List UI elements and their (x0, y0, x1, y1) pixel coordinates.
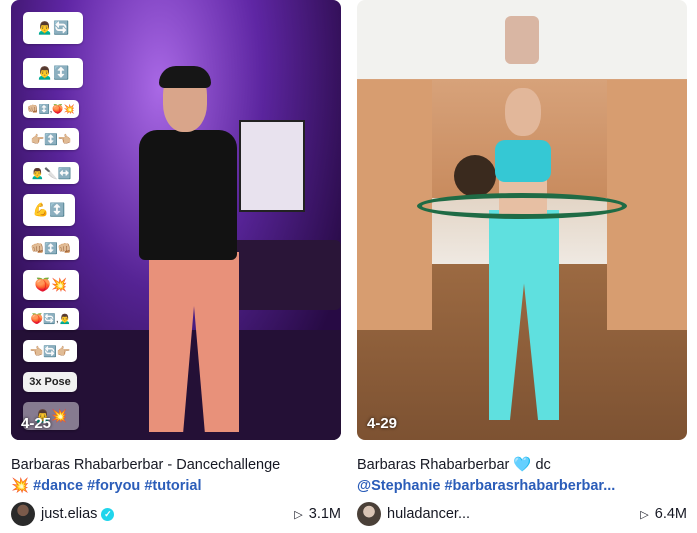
date-badge: 4-25 (21, 415, 52, 432)
step-sticker: 👈🏼🔄👉🏼 (23, 340, 77, 362)
hashtag-link[interactable]: #foryou (87, 478, 140, 494)
ceiling-lamp (505, 16, 539, 64)
mention-link[interactable]: @Stephanie (357, 478, 440, 494)
verified-badge-icon: ✓ (101, 507, 115, 521)
video-meta: just.elias ✓ ▷ 3.1M (11, 501, 341, 527)
step-sticker: 🙍‍♂️↕️ (23, 58, 83, 88)
video-title[interactable]: Barbaras Rhabarberbar 🩵 dc @Stephanie #b… (357, 455, 687, 497)
author-name[interactable]: huladancer... (387, 506, 470, 522)
avatar[interactable] (11, 502, 35, 526)
hula-hoop (417, 193, 627, 219)
dancer-top (495, 140, 551, 182)
view-count: ▷ 3.1M (294, 506, 341, 522)
view-count-value: 3.1M (308, 506, 341, 522)
step-sticker: 🍑🔄,🙍‍♂️ (23, 308, 79, 330)
video-title[interactable]: Barbaras Rhabarberbar - Dancechallenge 💥… (11, 455, 341, 497)
title-text: Barbaras Rhabarberbar - Dancechallenge (11, 457, 281, 473)
play-icon: ▷ (294, 508, 303, 521)
step-sticker: 🍑💥 (23, 270, 79, 300)
video-card-2[interactable]: 4-29 Barbaras Rhabarberbar 🩵 dc @Stephan… (357, 0, 687, 527)
title-suffix: dc (535, 457, 551, 473)
date-badge: 4-29 (367, 415, 398, 432)
step-sticker: 🙍‍♂️🔪↔️ (23, 162, 79, 184)
play-icon: ▷ (640, 508, 649, 521)
hashtag-link[interactable]: #tutorial (144, 478, 201, 494)
step-sticker: 👊🏼↕️,🍑💥 (23, 100, 79, 118)
video-card-1[interactable]: 🙍‍♂️🔄 🙍‍♂️↕️ 👊🏼↕️,🍑💥 👉🏼↕️👈🏼 🙍‍♂️🔪↔️ 💪↕️ … (11, 0, 341, 527)
hashtag-link[interactable]: #barbarasrhabarberbar... (444, 478, 615, 494)
step-sticker: 👉🏼↕️👈🏼 (23, 128, 79, 150)
avatar[interactable] (357, 502, 381, 526)
video-thumbnail[interactable]: 🙍‍♂️🔄 🙍‍♂️↕️ 👊🏼↕️,🍑💥 👉🏼↕️👈🏼 🙍‍♂️🔪↔️ 💪↕️ … (11, 0, 341, 440)
hashtag-link[interactable]: #dance (33, 478, 83, 494)
step-sticker: 👊🏼↕️👊🏼 (23, 236, 79, 260)
step-sticker: 3x Pose (23, 372, 77, 392)
dancer-cap (159, 66, 211, 88)
dancer-head (505, 88, 541, 136)
title-text: Barbaras Rhabarberbar (357, 457, 510, 473)
dancer-jacket (139, 130, 237, 260)
explosion-emoji: 💥 (11, 478, 30, 494)
dancer-leggings (489, 210, 559, 420)
couch-shape (221, 240, 341, 310)
blue-heart-emoji: 🩵 (513, 457, 532, 473)
view-count-value: 6.4M (654, 506, 687, 522)
step-sticker: 💪↕️ (23, 194, 75, 226)
step-sticker: 🙍‍♂️🔄 (23, 12, 83, 44)
wall-clock (454, 155, 496, 197)
video-meta: huladancer... ▷ 6.4M (357, 501, 687, 527)
video-thumbnail[interactable]: 4-29 (357, 0, 687, 440)
view-count: ▷ 6.4M (640, 506, 687, 522)
wall-poster (239, 120, 305, 212)
author-name[interactable]: just.elias (41, 506, 97, 522)
